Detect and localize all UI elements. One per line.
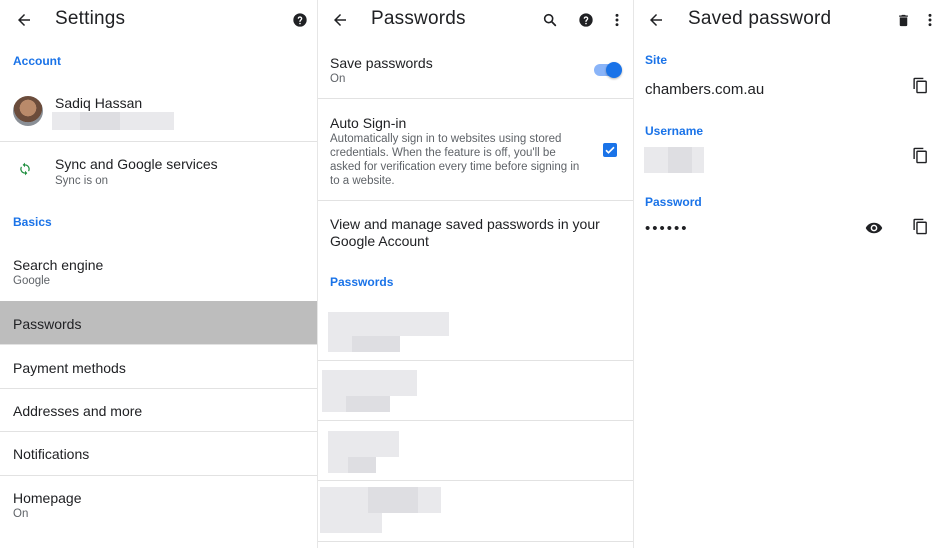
payment-methods-row[interactable]: Payment methods — [0, 345, 318, 388]
auto-signin-description: Automatically sign in to websites using … — [330, 133, 580, 187]
sync-title: Sync and Google services — [55, 156, 218, 172]
auto-signin-checkbox[interactable] — [603, 143, 617, 157]
homepage-title: Homepage — [13, 490, 82, 506]
account-section-label: Account — [13, 54, 61, 68]
addresses-label: Addresses and more — [13, 403, 143, 419]
copy-password-icon[interactable] — [912, 218, 929, 240]
passwords-label: Passwords — [13, 316, 82, 332]
password-list-item[interactable] — [318, 361, 634, 420]
password-list-item[interactable] — [318, 421, 634, 480]
redacted-username — [320, 513, 382, 533]
addresses-row[interactable]: Addresses and more — [0, 389, 318, 432]
passwords-row[interactable]: Passwords — [0, 301, 318, 344]
more-vert-icon[interactable] — [919, 9, 941, 31]
password-label: Password — [645, 195, 702, 209]
saved-password-panel: Saved password Site chambers.com.au User… — [634, 0, 950, 548]
search-engine-value: Google — [13, 275, 51, 287]
back-arrow-icon[interactable] — [328, 8, 352, 32]
notifications-row[interactable]: Notifications — [0, 432, 318, 475]
redaction-block — [80, 112, 120, 130]
site-label: Site — [645, 53, 668, 67]
account-name: Sadiq Hassan — [55, 95, 143, 111]
redaction-block — [328, 457, 348, 473]
sync-row[interactable]: Sync and Google services Sync is on — [0, 142, 318, 196]
passwords-title: Passwords — [371, 8, 466, 29]
basics-section-label: Basics — [13, 215, 52, 229]
auto-signin-row[interactable]: Auto Sign-in Automatically sign in to we… — [318, 99, 634, 200]
sync-subtitle: Sync is on — [55, 175, 109, 187]
help-icon[interactable] — [289, 9, 311, 31]
redaction-block — [322, 396, 346, 412]
redaction-block — [668, 147, 692, 173]
search-engine-title: Search engine — [13, 257, 104, 273]
help-icon[interactable] — [575, 9, 597, 31]
site-value: chambers.com.au — [645, 81, 765, 98]
homepage-value: On — [13, 508, 29, 520]
save-passwords-toggle[interactable] — [594, 61, 624, 79]
redaction-block — [328, 336, 352, 352]
more-vert-icon[interactable] — [606, 9, 628, 31]
account-row[interactable]: Sadiq Hassan — [0, 86, 318, 140]
settings-app-bar: Settings — [0, 0, 318, 40]
redacted-username — [348, 457, 376, 473]
settings-panel: Settings Account Sadiq Hassan Sync and G… — [0, 0, 318, 548]
password-masked-value: •••••• — [645, 220, 689, 237]
payment-methods-label: Payment methods — [13, 360, 126, 376]
search-icon[interactable] — [539, 9, 561, 31]
manage-passwords-row[interactable]: View and manage saved passwords in your … — [318, 201, 634, 255]
google-account-link[interactable]: Google Account — [330, 233, 429, 249]
divider — [318, 541, 634, 542]
save-passwords-row[interactable]: Save passwords On — [318, 46, 634, 98]
back-arrow-icon[interactable] — [644, 8, 668, 32]
redaction-block — [368, 487, 418, 513]
avatar — [13, 96, 43, 126]
redacted-site — [328, 431, 399, 457]
save-passwords-title: Save passwords — [330, 55, 433, 71]
back-arrow-icon[interactable] — [12, 8, 36, 32]
redacted-site — [322, 370, 417, 396]
redacted-site — [328, 312, 449, 336]
homepage-row[interactable]: Homepage On — [0, 476, 318, 536]
save-passwords-value: On — [330, 73, 346, 85]
notifications-label: Notifications — [13, 446, 90, 462]
trash-icon[interactable] — [892, 9, 914, 31]
password-list-item[interactable] — [318, 301, 634, 360]
copy-site-icon[interactable] — [912, 77, 929, 99]
copy-username-icon[interactable] — [912, 147, 929, 169]
password-list-item[interactable] — [318, 481, 634, 541]
eye-icon[interactable] — [865, 219, 883, 242]
toggle-thumb — [606, 62, 622, 78]
passwords-app-bar: Passwords — [318, 0, 634, 40]
redacted-username — [352, 336, 400, 352]
username-label: Username — [645, 124, 704, 138]
passwords-list-label: Passwords — [330, 275, 394, 289]
settings-title: Settings — [55, 8, 126, 29]
search-engine-row[interactable]: Search engine Google — [0, 248, 318, 300]
auto-signin-title: Auto Sign-in — [330, 115, 407, 131]
saved-password-app-bar: Saved password — [634, 0, 950, 40]
saved-password-title: Saved password — [688, 8, 832, 29]
sync-icon — [18, 162, 32, 181]
manage-passwords-text: View and manage saved passwords in your — [330, 216, 600, 232]
passwords-panel: Passwords Save passwords On Auto Sign-in… — [318, 0, 634, 548]
redacted-username — [346, 396, 390, 412]
